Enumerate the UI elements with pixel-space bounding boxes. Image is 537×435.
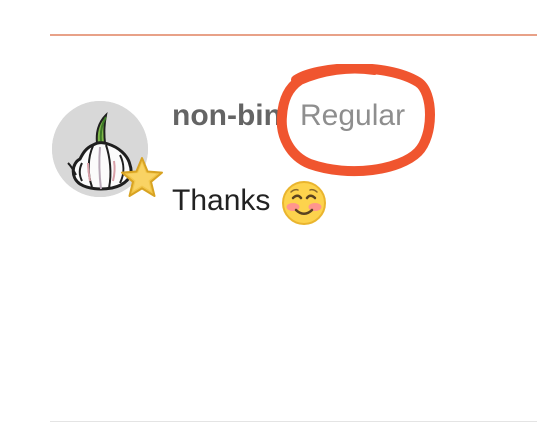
message-text: Thanks — [172, 184, 271, 217]
user-avatar[interactable] — [52, 101, 163, 197]
user-title-badge: Regular — [300, 99, 406, 132]
forum-post: non-binary Regular Thanks — [0, 0, 537, 435]
bottom-divider — [50, 421, 537, 422]
star-badge-icon — [119, 156, 165, 202]
smiling-face-with-blush-icon — [281, 180, 327, 226]
username[interactable]: non-binary — [172, 96, 284, 136]
